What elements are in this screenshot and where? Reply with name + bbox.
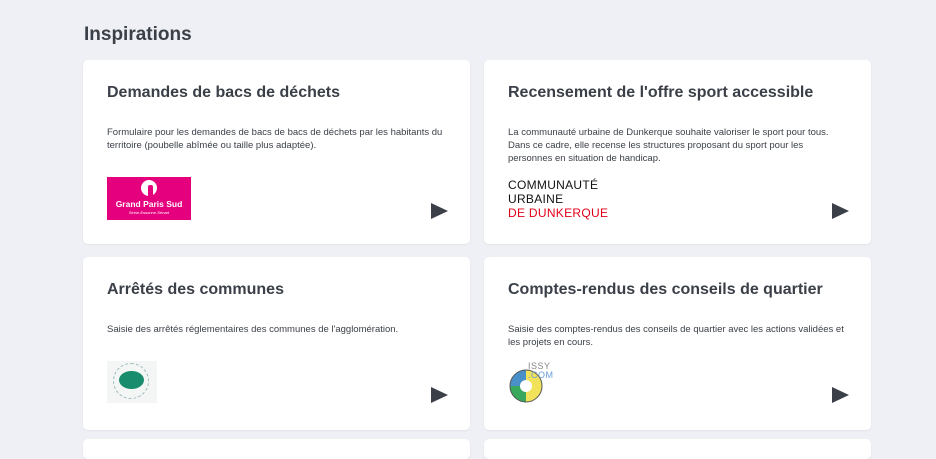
logo-line-3: DE DUNKERQUE: [508, 206, 609, 220]
play-icon[interactable]: [832, 203, 849, 219]
cap-atlantique-logo: [107, 361, 157, 403]
logo-line-2: .COM: [528, 370, 554, 380]
inspiration-card-offre-sport[interactable]: Recensement de l'offre sport accessible …: [484, 60, 871, 244]
inspiration-card-comptes-rendus[interactable]: Comptes-rendus des conseils de quartier …: [484, 257, 871, 430]
card-description: La communauté urbaine de Dunkerque souha…: [508, 127, 829, 164]
logo-subtitle: Seine-Essonne-Sénart: [128, 210, 170, 215]
logo-line-1: COMMUNAUTÉ: [508, 178, 599, 192]
play-icon[interactable]: [832, 387, 849, 403]
inspiration-card-arretes[interactable]: Arrêtés des communes Saisie des arrêtés …: [83, 257, 470, 430]
issy-logo: ISSY .COM: [508, 362, 553, 404]
logo-emblem-icon: [119, 371, 144, 389]
card-description: Formulaire pour les demandes de bacs de …: [107, 127, 443, 151]
card-title: Comptes-rendus des conseils de quartier: [508, 281, 823, 298]
inspiration-card-bacs-dechets[interactable]: Demandes de bacs de déchets Formulaire p…: [83, 60, 470, 244]
card-title: Arrêtés des communes: [107, 281, 284, 298]
inspiration-card-partial[interactable]: [484, 439, 871, 459]
grand-paris-sud-logo: Grand Paris Sud Seine-Essonne-Sénart: [107, 177, 191, 220]
play-icon[interactable]: [431, 203, 448, 219]
dunkerque-logo: COMMUNAUTÉ URBAINE DE DUNKERQUE: [508, 178, 638, 220]
card-title: Recensement de l'offre sport accessible: [508, 84, 814, 101]
card-description: Saisie des arrêtés réglementaires des co…: [107, 324, 399, 335]
inspiration-card-partial[interactable]: [83, 439, 470, 459]
logo-emblem-icon: [141, 180, 157, 196]
logo-name: Grand Paris Sud: [115, 199, 183, 209]
card-title: Demandes de bacs de déchets: [107, 84, 340, 101]
section-title: Inspirations: [84, 24, 192, 45]
card-description: Saisie des comptes-rendus des conseils d…: [508, 324, 844, 348]
play-icon[interactable]: [431, 387, 448, 403]
logo-line-2: URBAINE: [508, 192, 564, 206]
issy-text: ISSY .COM: [528, 362, 554, 380]
